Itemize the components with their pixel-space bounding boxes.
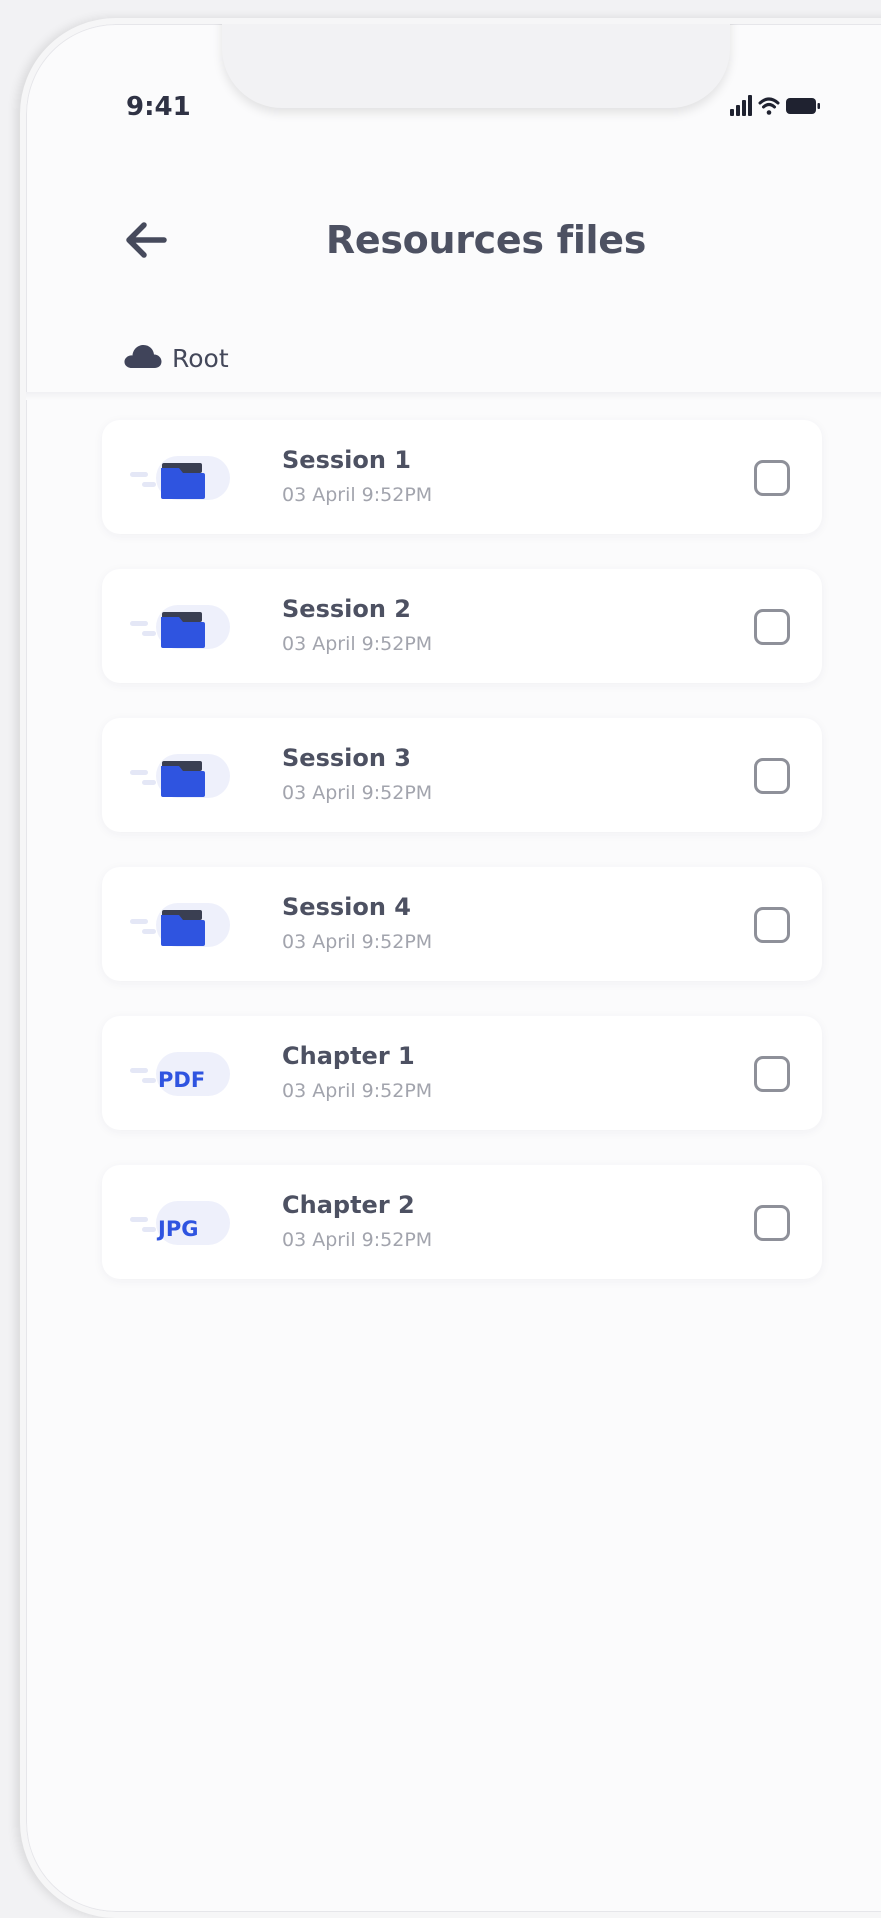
file-type-badge: JPG [156, 1217, 198, 1241]
list-item-session-1[interactable]: Session 1 03 April 9:52PM [102, 420, 822, 534]
jpg-file-icon: JPG [130, 1197, 234, 1249]
select-checkbox[interactable] [754, 460, 790, 496]
file-name: Session 2 [282, 595, 411, 623]
cloud-icon [122, 342, 162, 374]
file-date: 03 April 9:52PM [282, 782, 433, 804]
file-date: 03 April 9:52PM [282, 484, 433, 506]
status-time: 9:41 [126, 92, 191, 122]
folder-icon [130, 601, 234, 653]
folder-icon [130, 750, 234, 802]
file-date: 03 April 9:52PM [282, 1229, 433, 1251]
select-checkbox[interactable] [754, 907, 790, 943]
select-checkbox[interactable] [754, 1205, 790, 1241]
cellular-signal-icon [730, 95, 752, 116]
file-name: Session 3 [282, 744, 411, 772]
file-name: Chapter 2 [282, 1191, 415, 1219]
status-icons [730, 94, 822, 118]
folder-icon [130, 899, 234, 951]
file-list: Session 1 03 April 9:52PM Session 2 03 A… [102, 420, 822, 1314]
breadcrumb[interactable]: Root [122, 342, 229, 374]
header-divider [26, 392, 881, 400]
list-item-session-4[interactable]: Session 4 03 April 9:52PM [102, 867, 822, 981]
file-name: Chapter 1 [282, 1042, 415, 1070]
list-item-chapter-1[interactable]: PDF Chapter 1 03 April 9:52PM [102, 1016, 822, 1130]
folder-icon [130, 452, 234, 504]
battery-icon [786, 98, 820, 114]
file-name: Session 4 [282, 893, 411, 921]
file-date: 03 April 9:52PM [282, 931, 433, 953]
wifi-icon [758, 97, 780, 115]
phone-frame: 9:41 Resources files Root Session 1 03 A… [20, 18, 881, 1918]
back-arrow-icon[interactable] [122, 216, 170, 264]
pdf-file-icon: PDF [130, 1048, 234, 1100]
phone-notch [222, 24, 730, 108]
select-checkbox[interactable] [754, 609, 790, 645]
file-date: 03 April 9:52PM [282, 1080, 433, 1102]
breadcrumb-root-label: Root [172, 343, 229, 373]
select-checkbox[interactable] [754, 1056, 790, 1092]
list-item-chapter-2[interactable]: JPG Chapter 2 03 April 9:52PM [102, 1165, 822, 1279]
select-checkbox[interactable] [754, 758, 790, 794]
page-title: Resources files [325, 218, 647, 262]
list-item-session-2[interactable]: Session 2 03 April 9:52PM [102, 569, 822, 683]
file-name: Session 1 [282, 446, 411, 474]
file-type-badge: PDF [158, 1068, 205, 1092]
list-item-session-3[interactable]: Session 3 03 April 9:52PM [102, 718, 822, 832]
file-date: 03 April 9:52PM [282, 633, 433, 655]
